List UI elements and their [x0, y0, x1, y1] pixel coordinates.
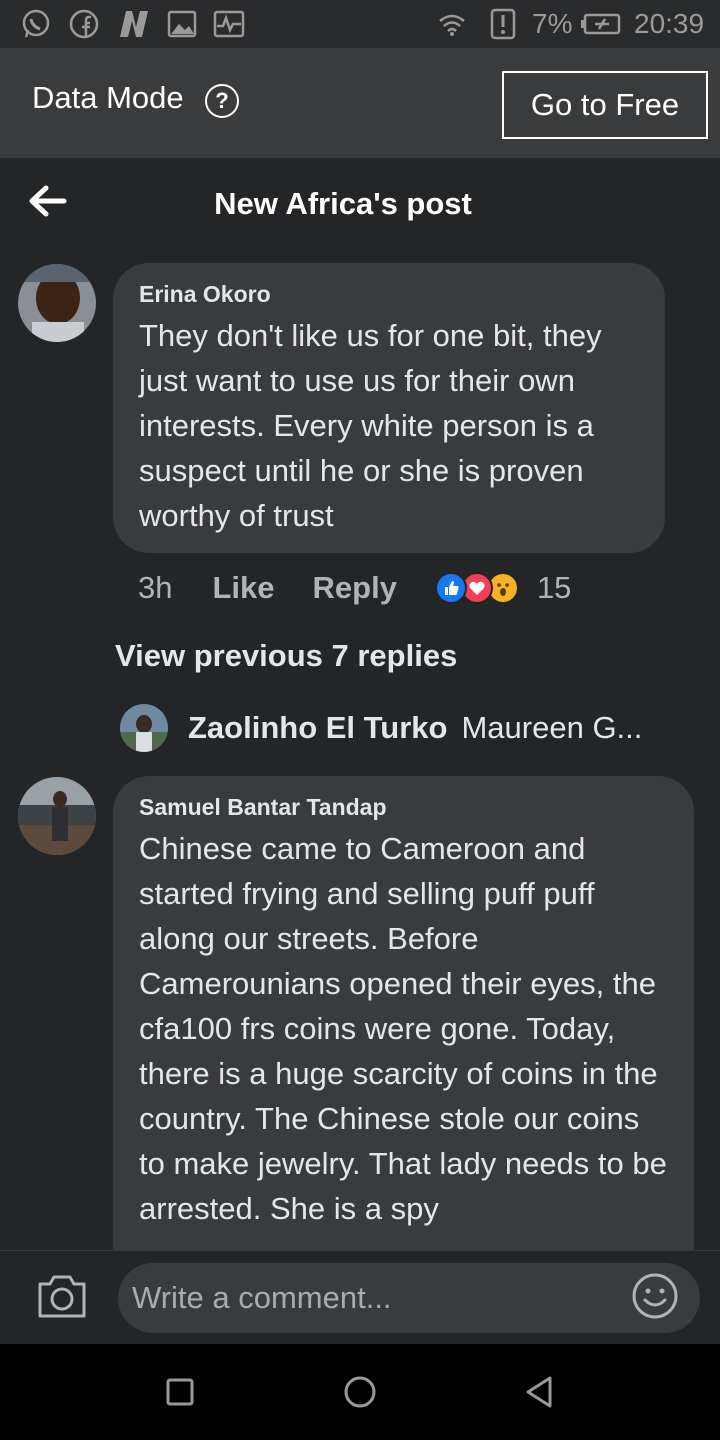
comment-bubble: Samuel Bantar Tandap Chinese came to Cam…	[113, 776, 694, 1296]
latest-reply[interactable]: Zaolinho El Turko Maureen G...	[120, 703, 642, 753]
comment-input[interactable]	[118, 1263, 700, 1333]
battery-percent: 7%	[532, 8, 573, 39]
reply-author[interactable]: Zaolinho El Turko	[188, 710, 447, 746]
avatar[interactable]	[18, 777, 96, 855]
comment-bubble: Erina Okoro They don't like us for one b…	[113, 263, 665, 553]
comment-actions: 3h Like Reply 15	[138, 566, 571, 610]
clock: 20:39	[634, 8, 705, 39]
comment-author[interactable]: Samuel Bantar Tandap	[139, 794, 668, 820]
wifi-icon	[436, 8, 468, 40]
avatar[interactable]	[18, 264, 96, 342]
page-title: New Africa's post	[214, 186, 472, 221]
n-app-icon	[114, 8, 154, 40]
comment-text: Chinese came to Cameroon and started fry…	[139, 831, 667, 1226]
reply-button[interactable]: Reply	[313, 570, 397, 606]
like-button[interactable]: Like	[212, 570, 274, 606]
recents-button-icon[interactable]	[160, 1372, 200, 1412]
home-button-icon[interactable]	[340, 1372, 380, 1412]
view-previous-replies-link[interactable]: View previous 7 replies	[115, 638, 457, 674]
activity-icon	[210, 8, 248, 40]
battery-icon	[580, 8, 622, 40]
comment-author[interactable]: Erina Okoro	[139, 281, 639, 307]
facebook-icon	[66, 8, 102, 40]
camera-icon[interactable]	[36, 1272, 88, 1320]
alert-icon	[488, 8, 518, 40]
help-icon[interactable]: ?	[205, 84, 239, 118]
back-button-icon[interactable]	[520, 1372, 560, 1412]
like-reaction-icon	[434, 572, 467, 604]
whatsapp-icon	[18, 8, 54, 40]
emoji-icon[interactable]	[631, 1272, 679, 1320]
status-bar: 7% 20:39	[0, 0, 720, 48]
reaction-count[interactable]: 15	[537, 570, 571, 606]
avatar[interactable]	[120, 704, 168, 752]
reply-preview: Maureen G...	[461, 710, 643, 745]
reaction-icons[interactable]	[434, 570, 525, 606]
comment-time: 3h	[138, 570, 173, 605]
data-mode-label: Data Mode	[32, 80, 184, 115]
comment-text: They don't like us for one bit, they jus…	[139, 318, 602, 533]
gallery-icon	[164, 8, 200, 40]
go-to-free-button[interactable]: Go to Free	[502, 71, 708, 139]
